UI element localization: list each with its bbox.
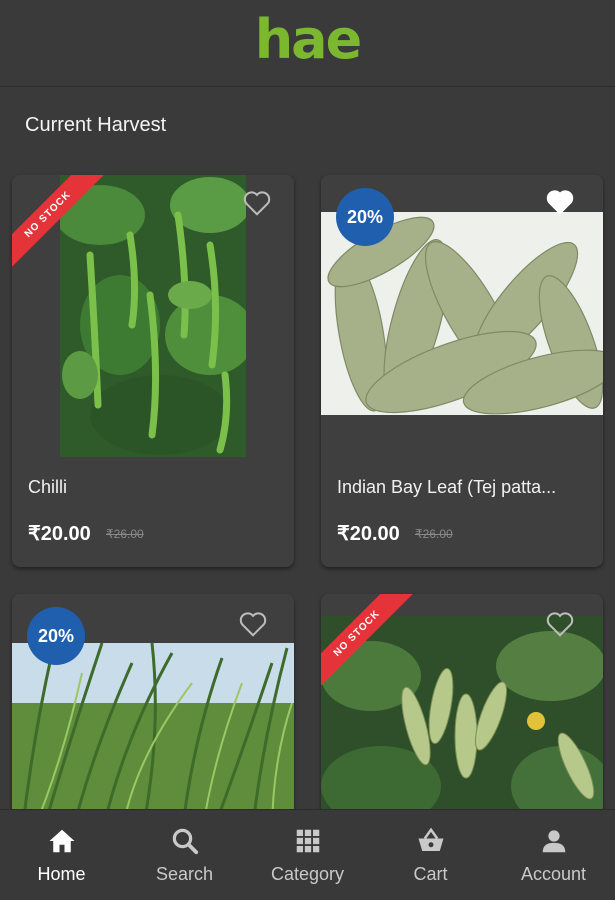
- nav-label: Home: [37, 864, 86, 884]
- product-card-pigeon-pea[interactable]: NO STOCK: [321, 594, 603, 834]
- product-card-bay-leaf[interactable]: 20% Indian Bay Leaf (Tej patta... ₹20.00…: [321, 175, 603, 567]
- product-price: ₹20.00: [337, 523, 400, 545]
- nav-cart[interactable]: Cart: [369, 810, 492, 900]
- basket-icon: [418, 827, 443, 851]
- product-name: Chilli: [28, 477, 68, 497]
- app-header: hae: [0, 0, 615, 87]
- product-price: ₹20.00: [28, 523, 91, 545]
- nav-label: Category: [270, 864, 345, 884]
- grid-icon: [296, 829, 319, 853]
- no-stock-ribbon: NO STOCK: [12, 175, 112, 275]
- product-image-grass[interactable]: [12, 643, 294, 834]
- search-icon: [172, 828, 198, 855]
- favorite-heart-icon[interactable]: [545, 610, 575, 638]
- section-title: Current Harvest: [25, 114, 167, 136]
- discount-badge: 20%: [336, 188, 394, 246]
- nav-home[interactable]: Home: [0, 810, 123, 900]
- bottom-nav: Home Search Category Cart Account: [0, 809, 615, 900]
- product-old-price: ₹26.00: [415, 527, 453, 541]
- nav-search[interactable]: Search: [123, 810, 246, 900]
- product-card-grass[interactable]: 20%: [12, 594, 294, 834]
- nav-label: Search: [155, 864, 214, 884]
- favorite-heart-icon[interactable]: [238, 610, 268, 638]
- favorite-heart-icon[interactable]: [242, 189, 272, 217]
- home-icon: [49, 829, 74, 853]
- person-icon: [542, 830, 565, 853]
- product-card-chilli[interactable]: NO STOCK Chilli ₹20.00 ₹26.00: [12, 175, 294, 567]
- nav-category[interactable]: Category: [246, 810, 369, 900]
- nav-label: Cart: [413, 864, 448, 884]
- nav-label: Account: [520, 864, 587, 884]
- discount-badge: 20%: [27, 607, 85, 665]
- product-name: Indian Bay Leaf (Tej patta...: [337, 477, 557, 497]
- product-old-price: ₹26.00: [106, 527, 144, 541]
- nav-account[interactable]: Account: [492, 810, 615, 900]
- favorite-heart-icon[interactable]: [545, 188, 575, 216]
- app-logo[interactable]: hae: [255, 8, 363, 71]
- no-stock-ribbon: NO STOCK: [321, 594, 421, 694]
